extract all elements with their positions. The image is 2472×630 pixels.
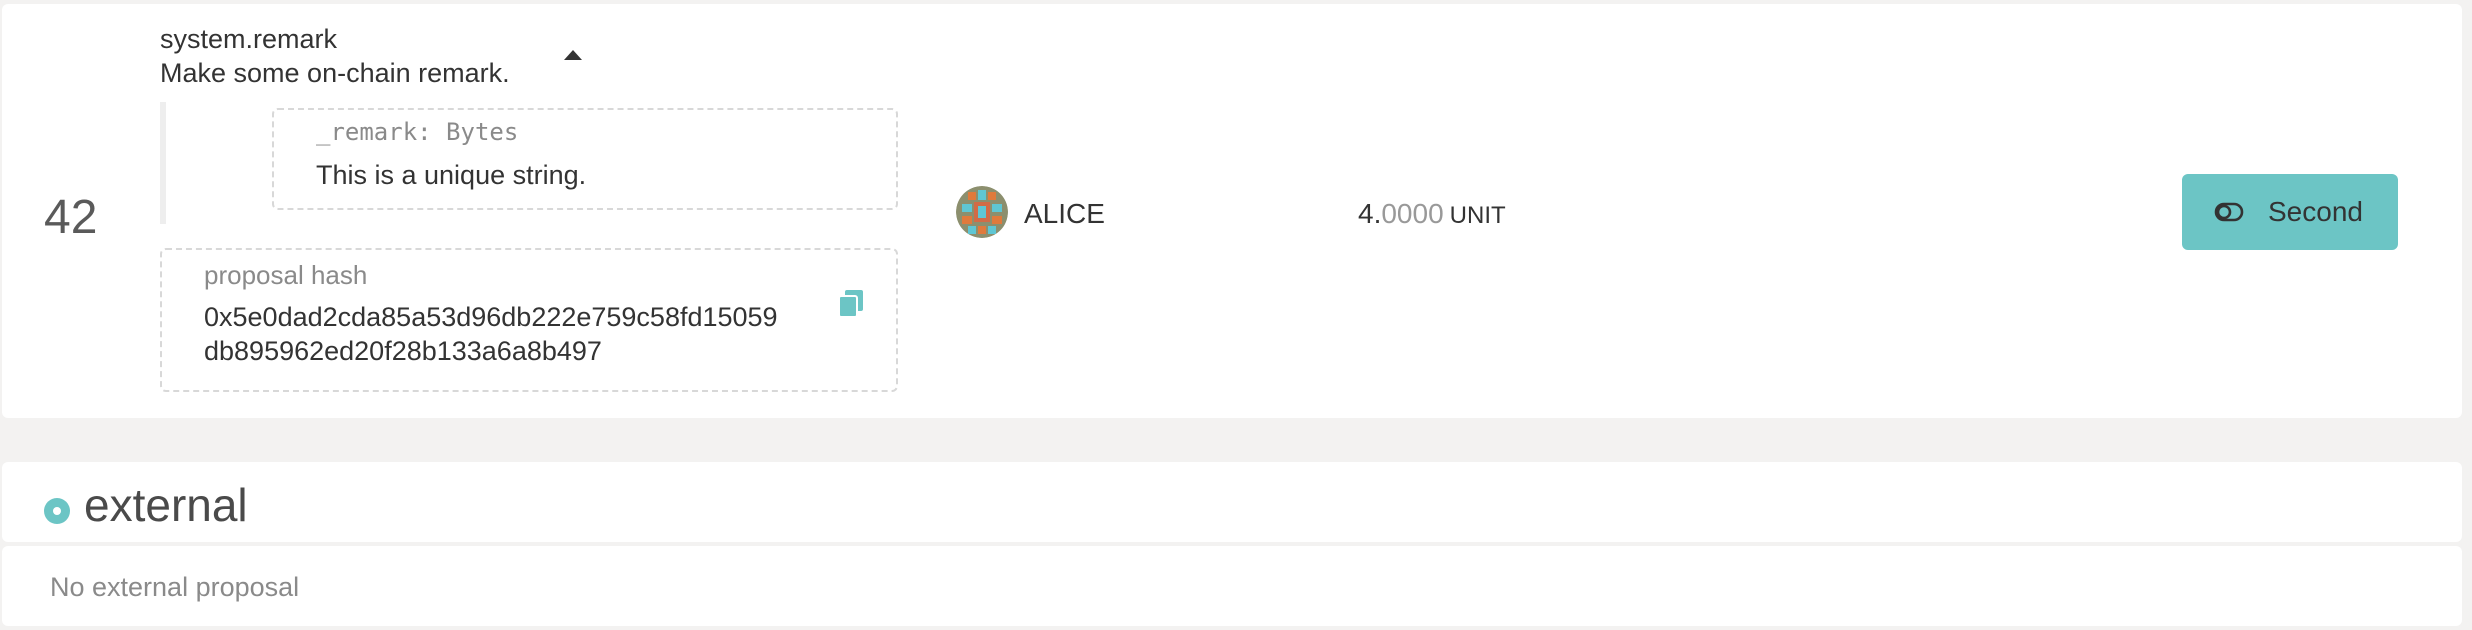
proposal-hash-value-line1: 0x5e0dad2cda85a53d96db222e759c58fd15059 [204,302,778,332]
params-divider [160,102,166,224]
section-dot-icon [44,498,70,524]
second-button-label: Second [2268,196,2363,227]
external-section-title: external [84,479,248,531]
param-label: _remark: Bytes [316,118,519,146]
call-name: system.remark [160,24,338,54]
proposal-hash-field: proposal hash 0x5e0dad2cda85a53d96db222e… [160,248,898,392]
proposer-name[interactable]: ALICE [1024,198,1105,230]
proposal-index: 42 [44,191,98,244]
call-description: Make some on-chain remark. [160,58,510,88]
external-section-header: external [2,462,2462,542]
deposit-unit: UNIT [1449,202,1506,229]
deposit-balance: 4.0000 UNIT [1358,198,1506,230]
external-empty-message: No external proposal [50,572,300,602]
proposal-row: 42 system.remark Make some on-chain rema… [2,4,2462,418]
toggle-icon [2214,202,2244,222]
second-button[interactable]: Second [2182,174,2398,250]
proposal-hash-value-line2: db895962ed20f28b133a6a8b497 [204,336,602,366]
identicon-icon [956,186,1008,238]
param-remark-field: _remark: Bytes This is a unique string. [272,108,898,210]
proposal-hash-label: proposal hash [204,260,368,290]
external-section-body: No external proposal [2,546,2462,626]
deposit-integer: 4. [1358,198,1382,229]
copy-icon[interactable] [838,290,864,318]
param-value: This is a unique string. [316,160,587,190]
deposit-decimals: 0000 [1381,198,1444,229]
collapse-caret-icon[interactable] [564,50,582,60]
